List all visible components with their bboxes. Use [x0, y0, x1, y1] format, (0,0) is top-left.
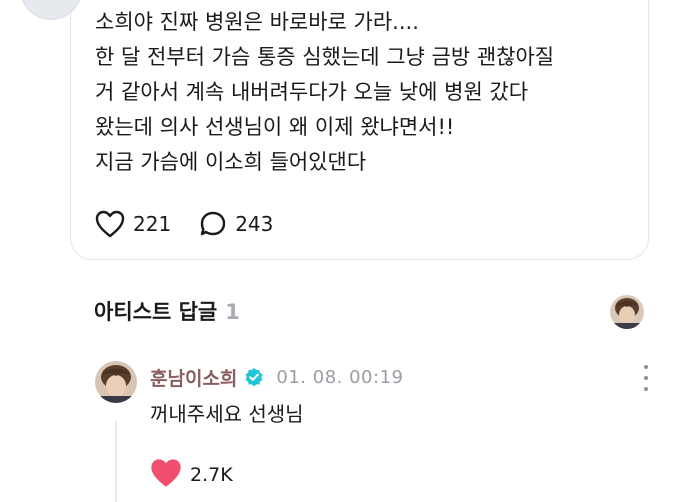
- post-body-text: 소희야 진짜 병원은 바로바로 가라.... 한 달 전부터 가슴 통증 심했는…: [95, 10, 555, 174]
- reply-body-text: 꺼내주세요 선생님: [150, 402, 304, 426]
- reply-thread-line: [115, 420, 117, 502]
- post-actions-bar: 221 243: [95, 204, 301, 244]
- reply-author-name[interactable]: 훈남이소희: [150, 364, 237, 391]
- artist-replies-header: 아티스트 답글 1: [94, 296, 240, 326]
- vertical-dots-icon-dot: [644, 387, 648, 391]
- verified-badge-icon: [244, 367, 264, 387]
- vertical-dots-icon-dot: [644, 376, 648, 380]
- more-options-button[interactable]: [638, 365, 654, 391]
- heart-filled-icon: [150, 458, 182, 492]
- reply-author-avatar[interactable]: [95, 361, 137, 403]
- reply-like-count: 2.7K: [190, 464, 233, 486]
- reply-header: 훈남이소희 01. 08. 00:19: [150, 364, 403, 390]
- like-button[interactable]: 221: [95, 210, 171, 238]
- artist-avatar-small[interactable]: [610, 295, 644, 329]
- comment-thread-screen: 소희야 진짜 병원은 바로바로 가라.... 한 달 전부터 가슴 통증 심했는…: [0, 0, 679, 502]
- heart-outline-icon: [95, 210, 125, 238]
- like-count: 221: [133, 212, 172, 236]
- vertical-dots-icon: [644, 365, 648, 369]
- reply-like-button[interactable]: 2.7K: [150, 458, 233, 492]
- speech-bubble-icon: [199, 210, 227, 238]
- artist-replies-count: 1: [225, 300, 240, 324]
- artist-replies-title: 아티스트 답글: [94, 300, 218, 324]
- comment-count: 243: [235, 212, 274, 236]
- comment-button[interactable]: 243: [199, 210, 273, 238]
- reply-timestamp: 01. 08. 00:19: [276, 366, 404, 388]
